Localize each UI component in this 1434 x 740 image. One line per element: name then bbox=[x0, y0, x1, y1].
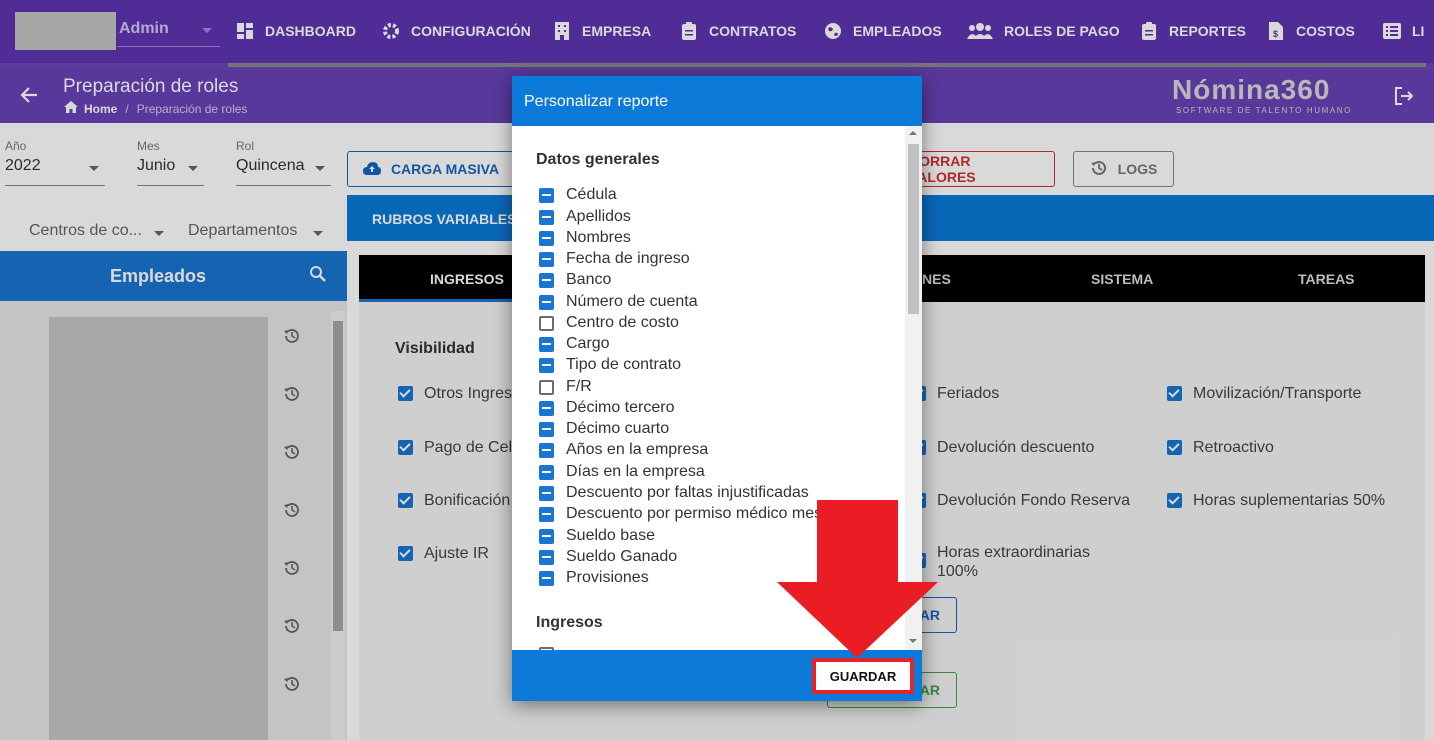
field-label: Apellidos bbox=[566, 208, 631, 225]
checkbox-indeterminate-icon bbox=[539, 528, 554, 544]
checkbox-indeterminate-icon bbox=[539, 400, 554, 416]
field-label: Tipo de contrato bbox=[566, 356, 682, 373]
checkbox-indeterminate-icon bbox=[539, 251, 554, 267]
field-checkbox[interactable]: Banco bbox=[539, 270, 611, 290]
field-checkbox[interactable]: Días en la empresa bbox=[539, 462, 705, 482]
checkbox-indeterminate-icon bbox=[539, 485, 554, 501]
checkbox-indeterminate-icon bbox=[539, 336, 554, 352]
field-checkbox[interactable]: Décimo tercero bbox=[539, 398, 674, 418]
scroll-up-icon[interactable] bbox=[909, 131, 917, 135]
checkbox-indeterminate-icon bbox=[539, 442, 554, 458]
field-label: Décimo cuarto bbox=[566, 420, 670, 437]
checkbox-indeterminate-icon bbox=[539, 294, 554, 310]
field-checkbox[interactable]: Cédula bbox=[539, 185, 617, 205]
field-checkbox[interactable]: Años en la empresa bbox=[539, 440, 708, 460]
dialog-title: Personalizar reporte bbox=[524, 93, 669, 110]
checkbox-indeterminate-icon bbox=[539, 570, 554, 586]
checkbox-indeterminate-icon bbox=[539, 209, 554, 225]
field-label: Número de cuenta bbox=[566, 293, 698, 310]
field-checkbox[interactable]: Nombres bbox=[539, 228, 631, 248]
field-checkbox[interactable]: F/R bbox=[539, 377, 592, 397]
checkbox-unchecked-icon bbox=[539, 315, 554, 331]
checkbox-indeterminate-icon bbox=[539, 464, 554, 480]
field-checkbox[interactable]: Sueldo base bbox=[539, 526, 655, 546]
checkbox-indeterminate-icon bbox=[539, 272, 554, 288]
field-label: Días en la empresa bbox=[566, 463, 705, 480]
field-checkbox[interactable]: Décimo cuarto bbox=[539, 419, 669, 439]
field-checkbox[interactable]: Cargo bbox=[539, 334, 610, 354]
field-label: Centro de costo bbox=[566, 314, 679, 331]
section-ingresos: Ingresos bbox=[536, 614, 603, 631]
save-button[interactable]: GUARDAR bbox=[812, 658, 914, 694]
field-label: Sueldo base bbox=[566, 527, 655, 544]
arrow-down-icon bbox=[775, 500, 940, 660]
field-checkbox[interactable]: Tipo de contrato bbox=[539, 355, 681, 375]
field-checkbox[interactable]: Apellidos bbox=[539, 207, 631, 227]
section-datos-generales: Datos generales bbox=[536, 151, 660, 168]
field-label: Cargo bbox=[566, 335, 610, 352]
field-label: Años en la empresa bbox=[566, 441, 709, 458]
field-label: Décimo tercero bbox=[566, 399, 675, 416]
field-checkbox[interactable]: Fecha de ingreso bbox=[539, 249, 690, 269]
field-checkbox[interactable]: Centro de costo bbox=[539, 313, 679, 333]
field-checkbox[interactable]: Sueldo Ganado bbox=[539, 547, 677, 567]
field-label: Provisiones bbox=[566, 569, 649, 586]
field-label: Nombres bbox=[566, 229, 631, 246]
scrollbar-thumb[interactable] bbox=[908, 144, 919, 314]
field-checkbox[interactable]: Número de cuenta bbox=[539, 292, 698, 312]
checkbox-indeterminate-icon bbox=[539, 357, 554, 373]
checkbox-indeterminate-icon bbox=[539, 230, 554, 246]
checkbox-indeterminate-icon bbox=[539, 187, 554, 203]
field-label: F/R bbox=[566, 378, 592, 395]
field-checkbox[interactable]: Descuento por faltas injustificadas bbox=[539, 483, 809, 503]
checkbox-indeterminate-icon bbox=[539, 506, 554, 522]
checkbox-indeterminate-icon bbox=[539, 549, 554, 565]
field-label: Fecha de ingreso bbox=[566, 250, 690, 267]
field-checkbox[interactable]: Provisiones bbox=[539, 568, 649, 588]
dialog-header: Personalizar reporte bbox=[512, 76, 922, 126]
checkbox-indeterminate-icon bbox=[539, 421, 554, 437]
field-label: Banco bbox=[566, 271, 612, 288]
field-label: Descuento por faltas injustificadas bbox=[566, 484, 809, 501]
field-label: Sueldo Ganado bbox=[566, 548, 678, 565]
checkbox-unchecked-icon bbox=[539, 379, 554, 395]
field-label: Cédula bbox=[566, 186, 617, 203]
